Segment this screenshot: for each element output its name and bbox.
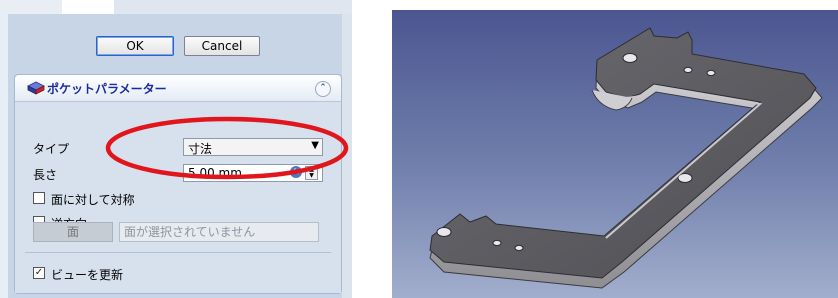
group-header[interactable]: ポケットパラメーター ⌃	[15, 75, 341, 102]
active-tab[interactable]	[62, 0, 115, 14]
symmetric-checkbox[interactable]	[33, 192, 45, 204]
type-label: タイプ	[33, 142, 70, 156]
part-hole	[492, 239, 502, 247]
group-body: タイプ 寸法 ▼ 長さ 5.00 mm fx ▲ ▼ 面に対して対称 逆方向 面…	[15, 102, 341, 293]
pocket-parameters-group: ポケットパラメーター ⌃ タイプ 寸法 ▼ 長さ 5.00 mm fx ▲ ▼ …	[14, 74, 342, 294]
3d-part-render	[429, 27, 823, 289]
ok-button[interactable]: OK	[96, 36, 174, 56]
fx-icon[interactable]: fx	[290, 166, 302, 178]
type-value: 寸法	[188, 142, 213, 156]
tab-strip	[0, 0, 352, 14]
spin-arrows[interactable]: ▲ ▼	[305, 166, 318, 180]
dropdown-arrow-icon[interactable]: ▼	[311, 140, 319, 151]
part-hole	[436, 227, 452, 237]
face-button[interactable]: 面	[33, 222, 113, 242]
type-combobox[interactable]: 寸法 ▼	[183, 138, 323, 156]
update-view-label: ビューを更新	[51, 268, 124, 282]
part-hole	[677, 173, 693, 183]
tab-strip-filler	[114, 0, 352, 14]
update-view-checkbox[interactable]: ✓	[33, 267, 45, 279]
face-field: 面が選択されていません	[119, 222, 319, 242]
part-hole	[683, 66, 693, 74]
part-hole	[514, 244, 524, 252]
divider	[25, 252, 331, 253]
panel-border	[0, 14, 8, 298]
spin-down-icon[interactable]: ▼	[306, 173, 317, 179]
symmetric-label: 面に対して対称	[51, 193, 135, 207]
dialog-button-row: OK Cancel	[8, 14, 352, 62]
cancel-button[interactable]: Cancel	[184, 36, 260, 56]
length-spinbox[interactable]: 5.00 mm fx ▲ ▼	[183, 164, 323, 182]
pocket-feature-icon	[27, 81, 45, 95]
3d-viewport[interactable]	[392, 10, 838, 298]
group-title: ポケットパラメーター	[47, 82, 167, 96]
chevron-up-double-icon[interactable]: ⌃	[315, 81, 331, 97]
task-panel: OK Cancel ポケットパラメーター ⌃ タイプ 寸法 ▼ 長さ 5.00 …	[0, 0, 352, 298]
length-value[interactable]: 5.00 mm	[188, 166, 242, 180]
part-hole	[706, 69, 716, 77]
part-hole	[622, 53, 638, 63]
length-label: 長さ	[33, 168, 58, 182]
panel-splitter[interactable]	[342, 14, 352, 298]
